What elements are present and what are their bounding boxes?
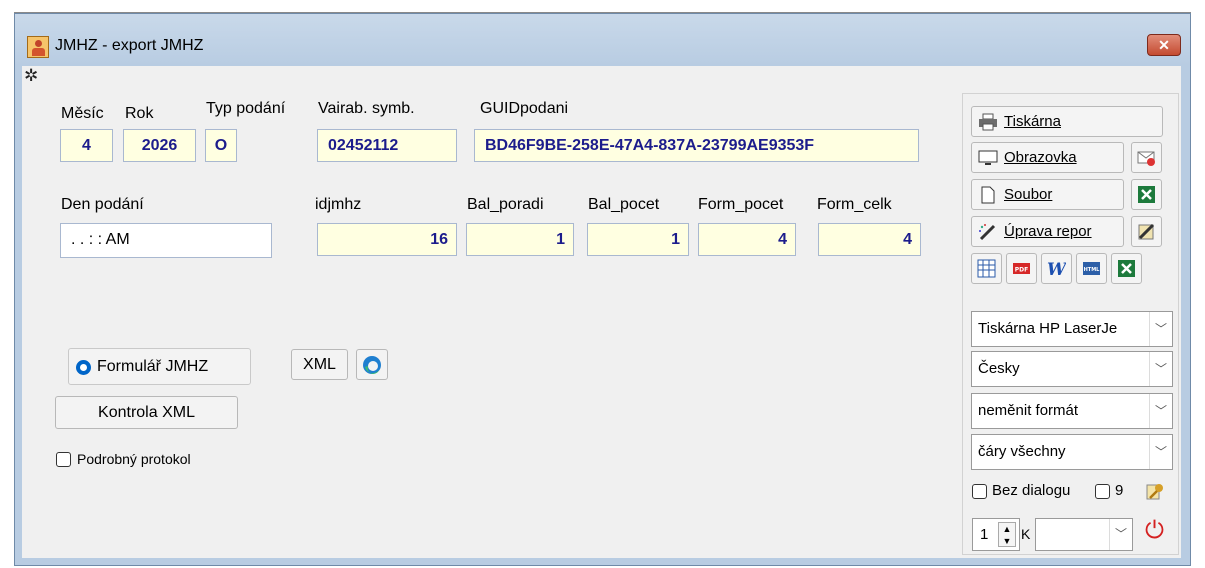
uprava-reportu-button[interactable]: Úprava repor xyxy=(971,216,1124,247)
lines-select[interactable]: čáry všechny ﹀ xyxy=(971,434,1173,470)
podrobny-protokol-label: Podrobný protokol xyxy=(77,451,191,467)
format-select[interactable]: neměnit formát ﹀ xyxy=(971,393,1173,429)
copies-value: 1 xyxy=(980,526,989,543)
xml-button[interactable]: XML xyxy=(291,349,348,380)
app-person-icon xyxy=(27,36,49,58)
label-mesic: Měsíc xyxy=(61,105,104,122)
excel-export-button[interactable] xyxy=(1131,179,1162,210)
label-idjmhz: idjmhz xyxy=(315,196,362,213)
email-icon xyxy=(1137,151,1155,166)
table-icon xyxy=(977,259,996,278)
pdf-export-button[interactable]: PDF xyxy=(1006,253,1037,284)
lines-select-value: čáry všechny xyxy=(978,443,1066,460)
label-typ-podani: Typ podání xyxy=(206,100,286,117)
tiskarna-label: Tiskárna xyxy=(1004,113,1061,130)
language-select[interactable]: Česky ﹀ xyxy=(971,351,1173,387)
bal-poradi-field[interactable]: 1 xyxy=(466,223,574,256)
svg-text:HTML: HTML xyxy=(1084,267,1101,273)
html-export-button[interactable]: HTML xyxy=(1076,253,1107,284)
form-pocet-field[interactable]: 4 xyxy=(698,223,796,256)
edge-browser-button[interactable] xyxy=(356,349,388,380)
formular-jmhz-radio[interactable]: Formulář JMHZ xyxy=(68,348,251,385)
edge-browser-icon xyxy=(363,356,381,374)
den-podani-field[interactable]: . . : : AM xyxy=(60,223,272,258)
chevron-down-icon: ﹀ xyxy=(1109,519,1132,550)
label-form-celk: Form_celk xyxy=(817,196,892,213)
chevron-down-icon: ﹀ xyxy=(1149,435,1172,469)
uprava-reportu-label: Úprava repor xyxy=(1004,223,1092,240)
copies-suffix: K xyxy=(1021,526,1031,542)
guid-field[interactable]: BD46F9BE-258E-47A4-837A-23799AE9353F xyxy=(474,129,919,162)
mesic-field[interactable]: 4 xyxy=(60,129,113,162)
chevron-down-icon: ﹀ xyxy=(1149,352,1172,386)
html-icon: HTML xyxy=(1083,262,1101,275)
edit-report-icon xyxy=(979,224,996,241)
vairab-symb-field[interactable]: 02452112 xyxy=(317,129,457,162)
report-designer-button[interactable] xyxy=(1131,216,1162,247)
report-designer-icon xyxy=(1138,223,1155,240)
file-icon xyxy=(981,186,995,204)
svg-text:PDF: PDF xyxy=(1015,267,1028,274)
copies-spinner[interactable]: 1 ▲ ▼ xyxy=(972,518,1020,551)
radio-selected-icon xyxy=(76,360,91,375)
podrobny-protokol-checkbox[interactable] xyxy=(56,452,71,467)
spinner-arrows-icon[interactable]: ▲ ▼ xyxy=(998,522,1016,547)
monitor-icon xyxy=(978,150,998,165)
label-bal-pocet: Bal_pocet xyxy=(588,196,660,213)
window-title: JMHZ - export JMHZ xyxy=(55,37,204,54)
label-bal-poradi: Bal_poradi xyxy=(467,196,544,213)
label-den-podani: Den podání xyxy=(61,196,144,213)
gear-icon[interactable]: ✲ xyxy=(24,67,38,84)
rok-field[interactable]: 2026 xyxy=(123,129,196,162)
close-button[interactable]: ✕ xyxy=(1147,34,1181,56)
nine-checkbox[interactable] xyxy=(1095,484,1110,499)
typ-podani-field[interactable]: O xyxy=(205,129,237,162)
print-output-panel: Tiskárna Obrazovka Soubor Úprava repor P… xyxy=(962,93,1179,555)
bal-pocet-field[interactable]: 1 xyxy=(587,223,689,256)
power-icon[interactable]: ⏻ xyxy=(1145,519,1164,543)
printer-icon xyxy=(979,113,997,131)
title-bar: JMHZ - export JMHZ ✕ xyxy=(15,14,1190,66)
format-select-value: neměnit formát xyxy=(978,402,1079,419)
table-export-button[interactable] xyxy=(971,253,1002,284)
obrazovka-label: Obrazovka xyxy=(1004,149,1077,166)
label-form-pocet: Form_pocet xyxy=(698,196,784,213)
background-top-strip xyxy=(0,0,1205,14)
excel-icon xyxy=(1118,260,1135,277)
label-guid: GUIDpodani xyxy=(480,100,569,117)
bez-dialogu-label: Bez dialogu xyxy=(992,482,1071,499)
printer-select[interactable]: Tiskárna HP LaserJe ﹀ xyxy=(971,311,1173,347)
dialog-client-area: ✲ Měsíc Rok Typ podání Vairab. symb. GUI… xyxy=(22,66,1181,558)
chevron-down-icon: ﹀ xyxy=(1149,394,1172,428)
email-export-button[interactable] xyxy=(1131,142,1162,173)
svg-text:W: W xyxy=(1047,260,1066,278)
soubor-button[interactable]: Soubor xyxy=(971,179,1124,210)
key-settings-icon[interactable] xyxy=(1144,480,1166,502)
word-export-button[interactable]: W xyxy=(1041,253,1072,284)
chevron-down-icon: ﹀ xyxy=(1149,312,1172,346)
bez-dialogu-checkbox[interactable] xyxy=(972,484,987,499)
excel-icon xyxy=(1138,186,1155,203)
nine-label: 9 xyxy=(1115,482,1124,499)
printer-select-value: Tiskárna HP LaserJe xyxy=(978,320,1118,337)
excel-export-button-2[interactable] xyxy=(1111,253,1142,284)
form-celk-field[interactable]: 4 xyxy=(818,223,921,256)
extra-select[interactable]: ﹀ xyxy=(1035,518,1133,551)
tiskarna-button[interactable]: Tiskárna xyxy=(971,106,1163,137)
word-icon: W xyxy=(1047,260,1066,278)
label-rok: Rok xyxy=(125,105,154,122)
pdf-icon: PDF xyxy=(1013,263,1030,274)
soubor-label: Soubor xyxy=(1004,186,1053,203)
kontrola-xml-button[interactable]: Kontrola XML xyxy=(55,396,238,429)
label-vairab-symb: Vairab. symb. xyxy=(318,100,415,117)
idjmhz-field[interactable]: 16 xyxy=(317,223,457,256)
obrazovka-button[interactable]: Obrazovka xyxy=(971,142,1124,173)
formular-jmhz-label: Formulář JMHZ xyxy=(97,358,209,375)
dialog-window: JMHZ - export JMHZ ✕ ✲ Měsíc Rok Typ pod… xyxy=(14,13,1191,566)
language-select-value: Česky xyxy=(978,360,1020,377)
